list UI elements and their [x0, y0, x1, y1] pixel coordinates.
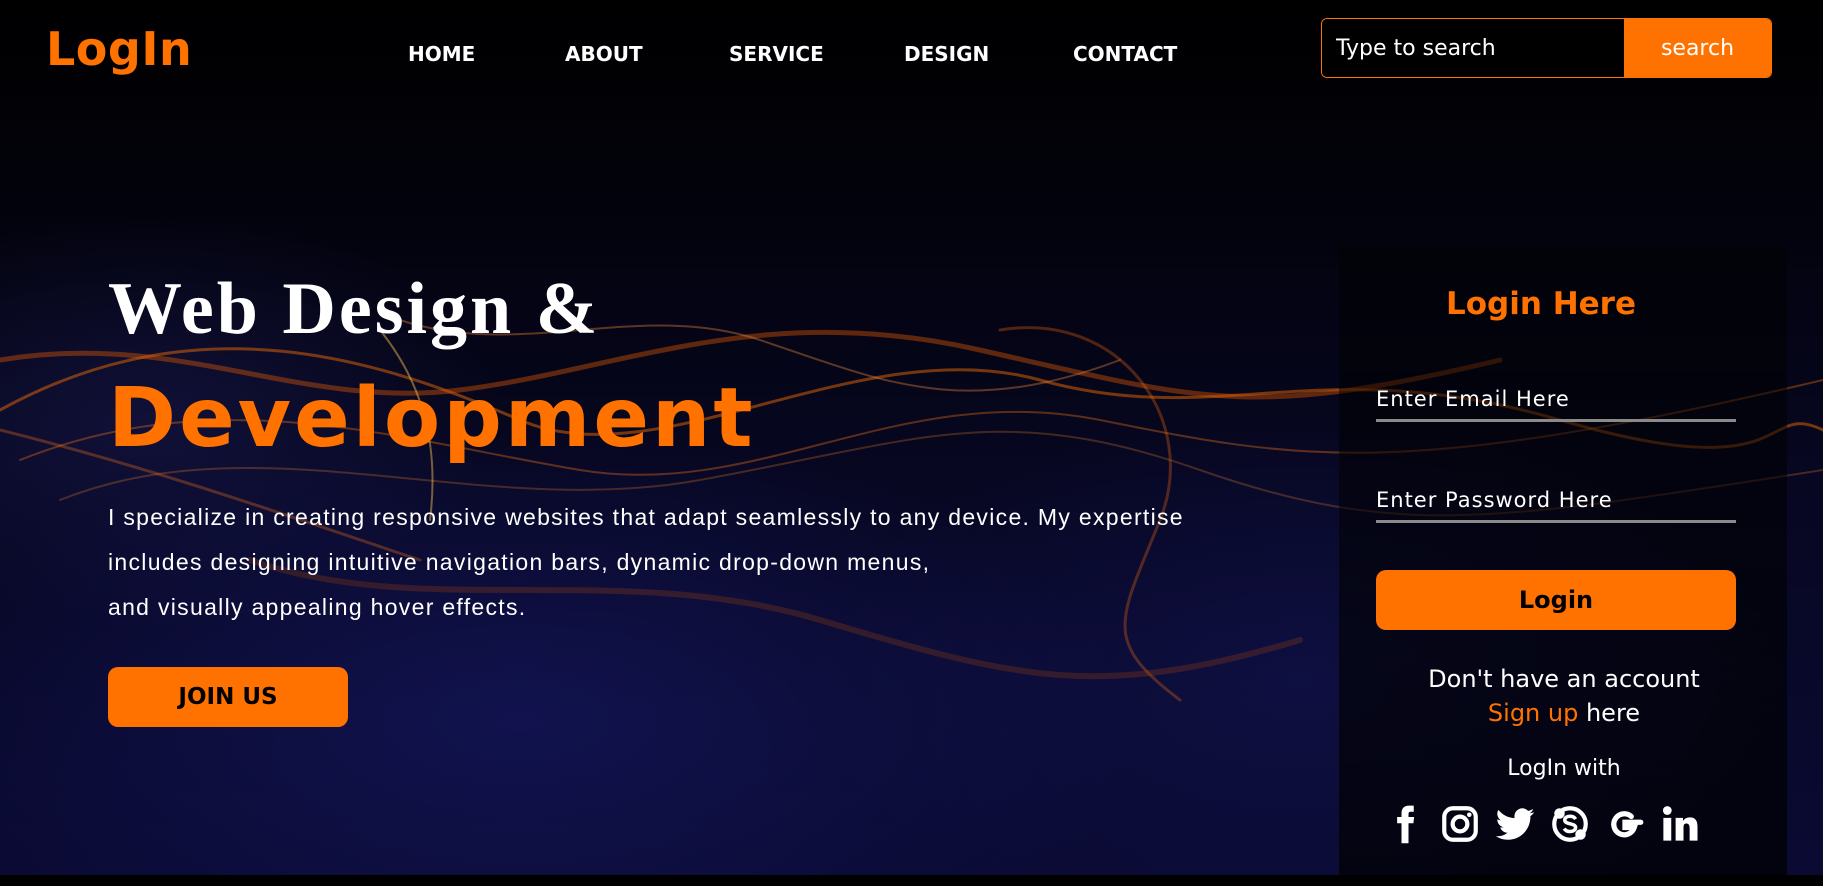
login-card	[1339, 246, 1787, 886]
search-button[interactable]: search	[1624, 19, 1771, 77]
instagram-icon[interactable]	[1439, 803, 1481, 845]
hero-title: Web Design &	[108, 268, 601, 350]
brand-logo[interactable]: LogIn	[46, 22, 192, 76]
google-icon[interactable]	[1604, 803, 1646, 845]
facebook-icon[interactable]	[1384, 803, 1426, 845]
social-icons	[1384, 800, 1701, 848]
email-field[interactable]	[1376, 378, 1736, 422]
search-input[interactable]	[1322, 19, 1624, 77]
signup-line: Sign up here	[1376, 698, 1752, 728]
password-field[interactable]	[1376, 479, 1736, 523]
hero-description: I specialize in creating responsive webs…	[108, 500, 1184, 635]
signup-link[interactable]: Sign up	[1488, 699, 1578, 727]
nav-design[interactable]: DESIGN	[904, 42, 989, 66]
search-bar: search	[1321, 18, 1772, 78]
hero-description-line: and visually appealing hover effects.	[108, 594, 527, 620]
signup-suffix: here	[1578, 699, 1641, 727]
hero-description-line: I specialize in creating responsive webs…	[108, 504, 1184, 530]
login-button[interactable]: Login	[1376, 570, 1736, 630]
no-account-text: Don't have an account	[1428, 665, 1700, 693]
nav-contact[interactable]: CONTACT	[1073, 42, 1177, 66]
hero-description-line: includes designing intuitive navigation …	[108, 549, 931, 575]
nav-home[interactable]: HOME	[408, 42, 475, 66]
linkedin-icon[interactable]	[1659, 803, 1701, 845]
join-us-button[interactable]: JOIN US	[108, 667, 348, 727]
login-title: Login Here	[1445, 286, 1636, 322]
login-with-text: LogIn with	[1507, 756, 1621, 781]
twitter-icon[interactable]	[1494, 803, 1536, 845]
nav-service[interactable]: SERVICE	[729, 42, 824, 66]
skype-icon[interactable]	[1549, 803, 1591, 845]
nav-about[interactable]: ABOUT	[565, 42, 643, 66]
hero-subtitle: Development	[108, 371, 756, 466]
